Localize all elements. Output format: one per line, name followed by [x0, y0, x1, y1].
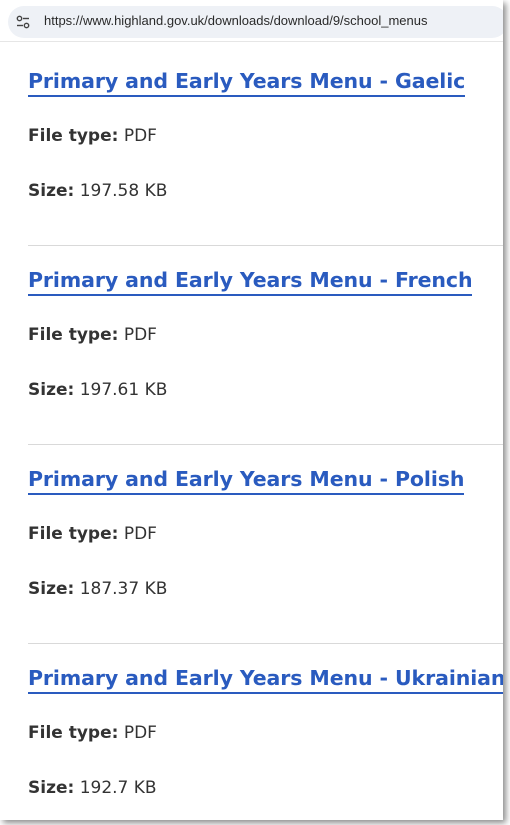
file-type-value: PDF — [123, 325, 157, 345]
download-link-french[interactable]: Primary and Early Years Menu - French — [28, 267, 473, 296]
download-link-gaelic[interactable]: Primary and Early Years Menu - Gaelic — [28, 68, 465, 97]
url-text[interactable]: https://www.highland.gov.uk/downloads/do… — [44, 13, 428, 28]
file-type-value: PDF — [123, 126, 157, 146]
file-size-value: 187.37 KB — [79, 579, 168, 599]
file-size-label: Size: — [28, 181, 75, 201]
download-item: Primary and Early Years Menu - Polish Fi… — [28, 440, 503, 644]
download-link-polish[interactable]: Primary and Early Years Menu - Polish — [28, 466, 464, 495]
browser-window: https://www.highland.gov.uk/downloads/do… — [0, 0, 503, 820]
download-item: Primary and Early Years Menu - Ukrainian… — [28, 639, 503, 820]
file-type: File type: PDF — [28, 524, 157, 544]
download-item: Primary and Early Years Menu - Gaelic Fi… — [28, 42, 503, 246]
file-size: Size: 187.37 KB — [28, 579, 167, 599]
file-type: File type: PDF — [28, 325, 157, 345]
file-size-label: Size: — [28, 380, 75, 400]
site-settings-icon[interactable] — [16, 15, 30, 29]
file-size: Size: 192.7 KB — [28, 778, 157, 798]
file-type-label: File type: — [28, 524, 119, 544]
file-size-value: 197.58 KB — [79, 181, 168, 201]
file-size-label: Size: — [28, 778, 75, 798]
file-type-label: File type: — [28, 723, 119, 743]
file-type: File type: PDF — [28, 126, 157, 146]
downloads-list: Primary and Early Years Menu - Gaelic Fi… — [28, 42, 503, 820]
file-type-value: PDF — [123, 723, 157, 743]
file-size-label: Size: — [28, 579, 75, 599]
file-type: File type: PDF — [28, 723, 157, 743]
file-size: Size: 197.58 KB — [28, 181, 167, 201]
address-bar: https://www.highland.gov.uk/downloads/do… — [0, 0, 503, 42]
file-type-label: File type: — [28, 126, 119, 146]
file-size-value: 192.7 KB — [79, 778, 157, 798]
download-link-ukrainian[interactable]: Primary and Early Years Menu - Ukrainian — [28, 665, 503, 694]
file-size: Size: 197.61 KB — [28, 380, 167, 400]
file-type-label: File type: — [28, 325, 119, 345]
file-type-value: PDF — [123, 524, 157, 544]
download-item: Primary and Early Years Menu - French Fi… — [28, 241, 503, 445]
file-size-value: 197.61 KB — [79, 380, 168, 400]
